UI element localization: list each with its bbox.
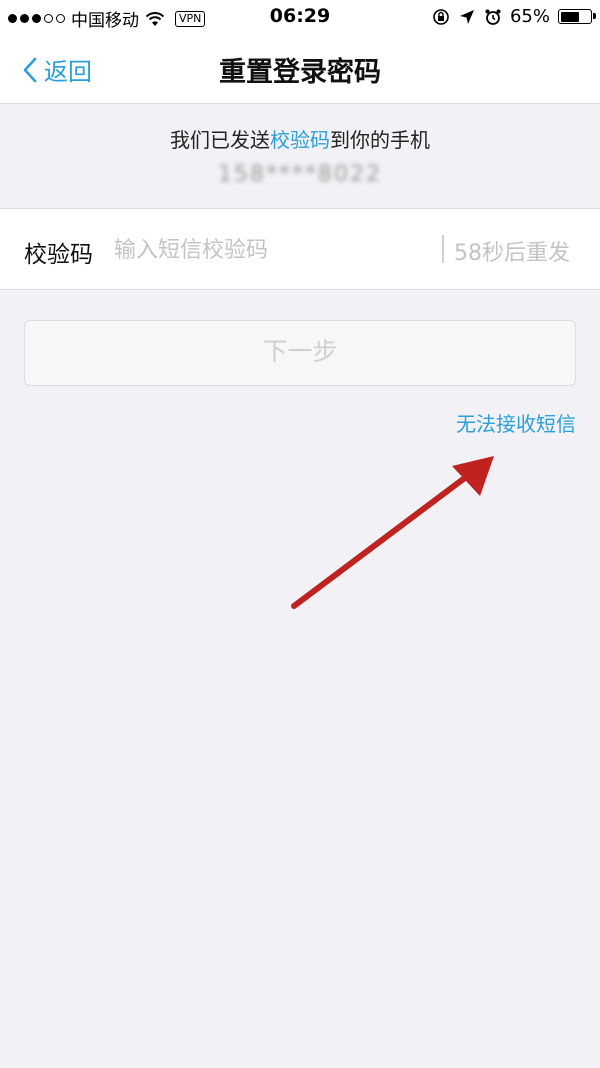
masked-phone-number: 158****8022 (218, 162, 382, 187)
sent-message: 我们已发送校验码到你的手机 (0, 124, 600, 153)
resend-countdown[interactable]: 58秒后重发 (454, 235, 570, 267)
alarm-icon (485, 9, 501, 25)
annotation-arrow-icon (291, 456, 494, 609)
location-icon (459, 9, 474, 24)
screen: 中国移动 VPN 06:29 65% 返回 重置登录密码 我们已发送校验码到你的… (0, 0, 600, 1068)
verification-code-row: 校验码 58秒后重发 (0, 208, 600, 290)
battery-icon (558, 9, 596, 24)
verification-code-input[interactable] (112, 231, 426, 269)
rotation-lock-icon (433, 8, 449, 25)
sent-message-highlight: 校验码 (270, 128, 330, 152)
sent-info: 我们已发送校验码到你的手机 158****8022 (0, 104, 600, 208)
status-right: 65% (432, 6, 596, 27)
battery-percent: 65% (509, 6, 550, 27)
next-button[interactable]: 下一步 (24, 320, 576, 386)
code-label: 校验码 (24, 242, 93, 268)
resend-divider (442, 235, 444, 263)
cannot-receive-sms-link[interactable]: 无法接收短信 (456, 408, 576, 437)
sent-message-prefix: 我们已发送 (170, 128, 270, 152)
sent-message-suffix: 到你的手机 (330, 128, 430, 152)
status-bar: 中国移动 VPN 06:29 65% (0, 0, 600, 34)
page-title: 重置登录密码 (219, 57, 381, 88)
navigation-bar: 返回 重置登录密码 (0, 34, 600, 104)
